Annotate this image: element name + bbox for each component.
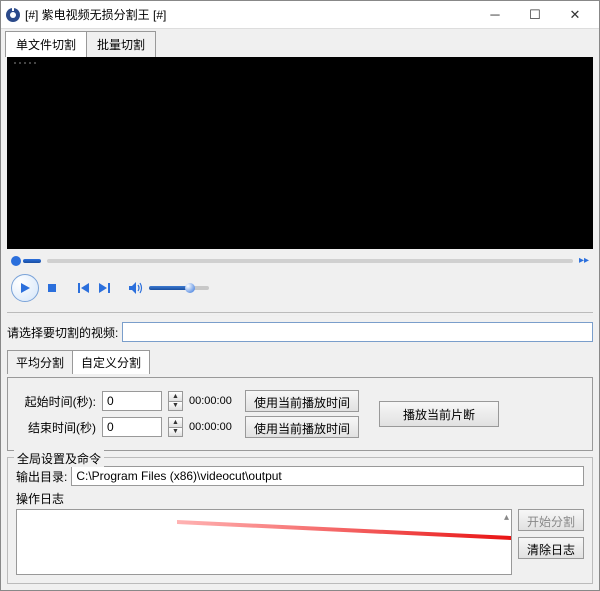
split-mode-tabs: 平均分割 自定义分割 <box>7 350 593 374</box>
global-legend: 全局设置及命令 <box>14 450 104 467</box>
end-time-spinner[interactable]: ▲▼ <box>168 417 183 437</box>
video-path-input[interactable] <box>122 322 593 342</box>
log-label: 操作日志 <box>16 490 584 507</box>
start-timecode: 00:00:00 <box>189 395 239 407</box>
log-output[interactable]: ▴ <box>16 509 512 575</box>
start-time-label: 起始时间(秒): <box>18 393 96 410</box>
next-button[interactable] <box>97 281 111 295</box>
start-time-input[interactable] <box>102 391 162 411</box>
volume-icon[interactable] <box>129 281 143 295</box>
global-settings: 全局设置及命令 输出目录: 操作日志 ▴ 开始分割 <box>7 457 593 584</box>
maximize-button[interactable]: ☐ <box>515 2 555 28</box>
play-button[interactable] <box>11 274 39 302</box>
end-time-input[interactable] <box>102 417 162 437</box>
tab-single-file[interactable]: 单文件切割 <box>5 31 87 57</box>
play-segment-button[interactable]: 播放当前片断 <box>379 401 499 427</box>
tab-batch[interactable]: 批量切割 <box>86 31 156 57</box>
start-split-button[interactable]: 开始分割 <box>518 509 584 531</box>
video-select-row: 请选择要切割的视频: <box>7 322 593 342</box>
media-controls <box>7 272 593 308</box>
video-select-label: 请选择要切割的视频: <box>7 324 118 341</box>
clear-log-button[interactable]: 清除日志 <box>518 537 584 559</box>
content-panel: ▸▸ 请选择要切割的视频: <box>1 57 599 590</box>
end-timecode: 00:00:00 <box>189 421 239 433</box>
annotation-arrow <box>172 515 512 565</box>
volume-slider[interactable] <box>149 286 209 290</box>
main-tabs: 单文件切割 批量切割 <box>1 29 599 57</box>
video-preview[interactable] <box>7 57 593 249</box>
seek-bar[interactable]: ▸▸ <box>7 253 593 268</box>
use-playtime-end-button[interactable]: 使用当前播放时间 <box>245 416 359 438</box>
tab-average-split[interactable]: 平均分割 <box>7 350 73 374</box>
stop-button[interactable] <box>45 281 59 295</box>
start-time-spinner[interactable]: ▲▼ <box>168 391 183 411</box>
scroll-up-icon[interactable]: ▴ <box>504 512 509 523</box>
app-window: [#] 紫电视频无损分割王 [#] ─ ☐ ✕ 单文件切割 批量切割 ▸▸ <box>0 0 600 591</box>
app-icon <box>5 7 21 23</box>
tab-custom-split[interactable]: 自定义分割 <box>72 350 150 374</box>
prev-button[interactable] <box>77 281 91 295</box>
minimize-button[interactable]: ─ <box>475 2 515 28</box>
titlebar: [#] 紫电视频无损分割王 [#] ─ ☐ ✕ <box>1 1 599 29</box>
outdir-label: 输出目录: <box>16 468 67 485</box>
end-time-label: 结束时间(秒) <box>18 419 96 436</box>
use-playtime-start-button[interactable]: 使用当前播放时间 <box>245 390 359 412</box>
custom-split-panel: 起始时间(秒): ▲▼ 00:00:00 使用当前播放时间 结束时间(秒) ▲▼… <box>7 377 593 451</box>
window-title: [#] 紫电视频无损分割王 [#] <box>25 6 475 23</box>
outdir-input[interactable] <box>71 466 584 486</box>
close-button[interactable]: ✕ <box>555 2 595 28</box>
